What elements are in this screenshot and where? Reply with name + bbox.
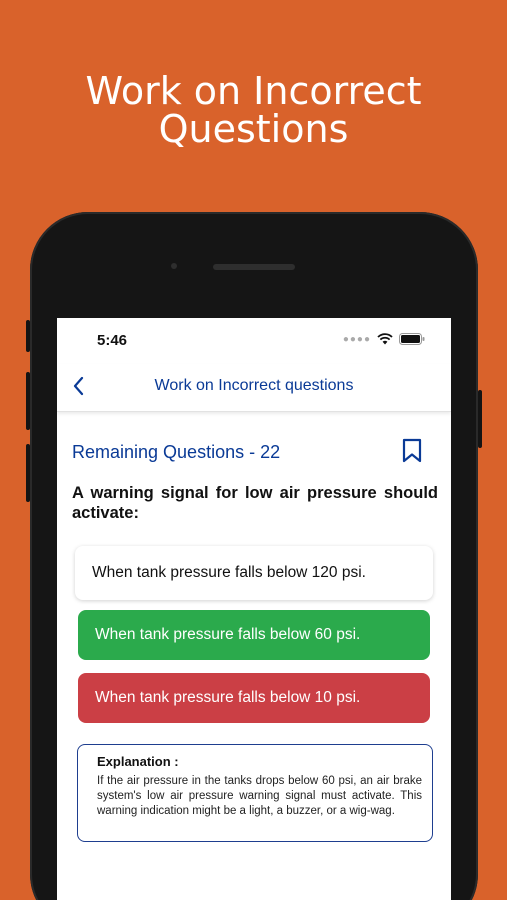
- phone-speaker: [213, 264, 295, 270]
- promo-headline-line2: Questions: [158, 107, 349, 151]
- explanation-title: Explanation :: [97, 754, 179, 769]
- phone-volume-up: [26, 372, 30, 430]
- phone-power-button: [478, 390, 482, 448]
- answer-option-text: When tank pressure falls below 120 psi.: [92, 564, 366, 581]
- bookmark-icon: [402, 438, 422, 463]
- answer-option[interactable]: When tank pressure falls below 120 psi.: [75, 546, 433, 600]
- explanation-body: If the air pressure in the tanks drops b…: [97, 775, 422, 817]
- signal-dots-icon: ●●●●: [342, 333, 371, 345]
- status-time: 5:46: [97, 332, 128, 349]
- battery-icon: [399, 333, 425, 345]
- promo-headline: Work on Incorrect Questions: [0, 72, 507, 148]
- app-screen: 5:46 ●●●● Work on Incorrect questions Re…: [57, 318, 451, 900]
- explanation-box: Explanation : If the air pressure in the…: [77, 744, 433, 842]
- promo-headline-line1: Work on Incorrect: [85, 69, 422, 113]
- phone-mute-switch: [26, 320, 30, 352]
- answer-option-text: When tank pressure falls below 60 psi.: [95, 626, 361, 643]
- phone-camera: [171, 263, 177, 269]
- phone-volume-down: [26, 444, 30, 502]
- remaining-questions-label: Remaining Questions - 22: [72, 442, 281, 462]
- nav-bar: Work on Incorrect questions: [57, 364, 451, 412]
- status-bar: 5:46 ●●●●: [57, 318, 451, 362]
- bookmark-button[interactable]: [401, 438, 423, 464]
- answer-option-text: When tank pressure falls below 10 psi.: [95, 689, 361, 706]
- question-text: A warning signal for low air pressure sh…: [72, 484, 438, 522]
- answer-option-correct[interactable]: When tank pressure falls below 60 psi.: [78, 610, 430, 660]
- answer-option-wrong[interactable]: When tank pressure falls below 10 psi.: [78, 673, 430, 723]
- wifi-icon: [377, 333, 393, 345]
- nav-title: Work on Incorrect questions: [154, 377, 354, 394]
